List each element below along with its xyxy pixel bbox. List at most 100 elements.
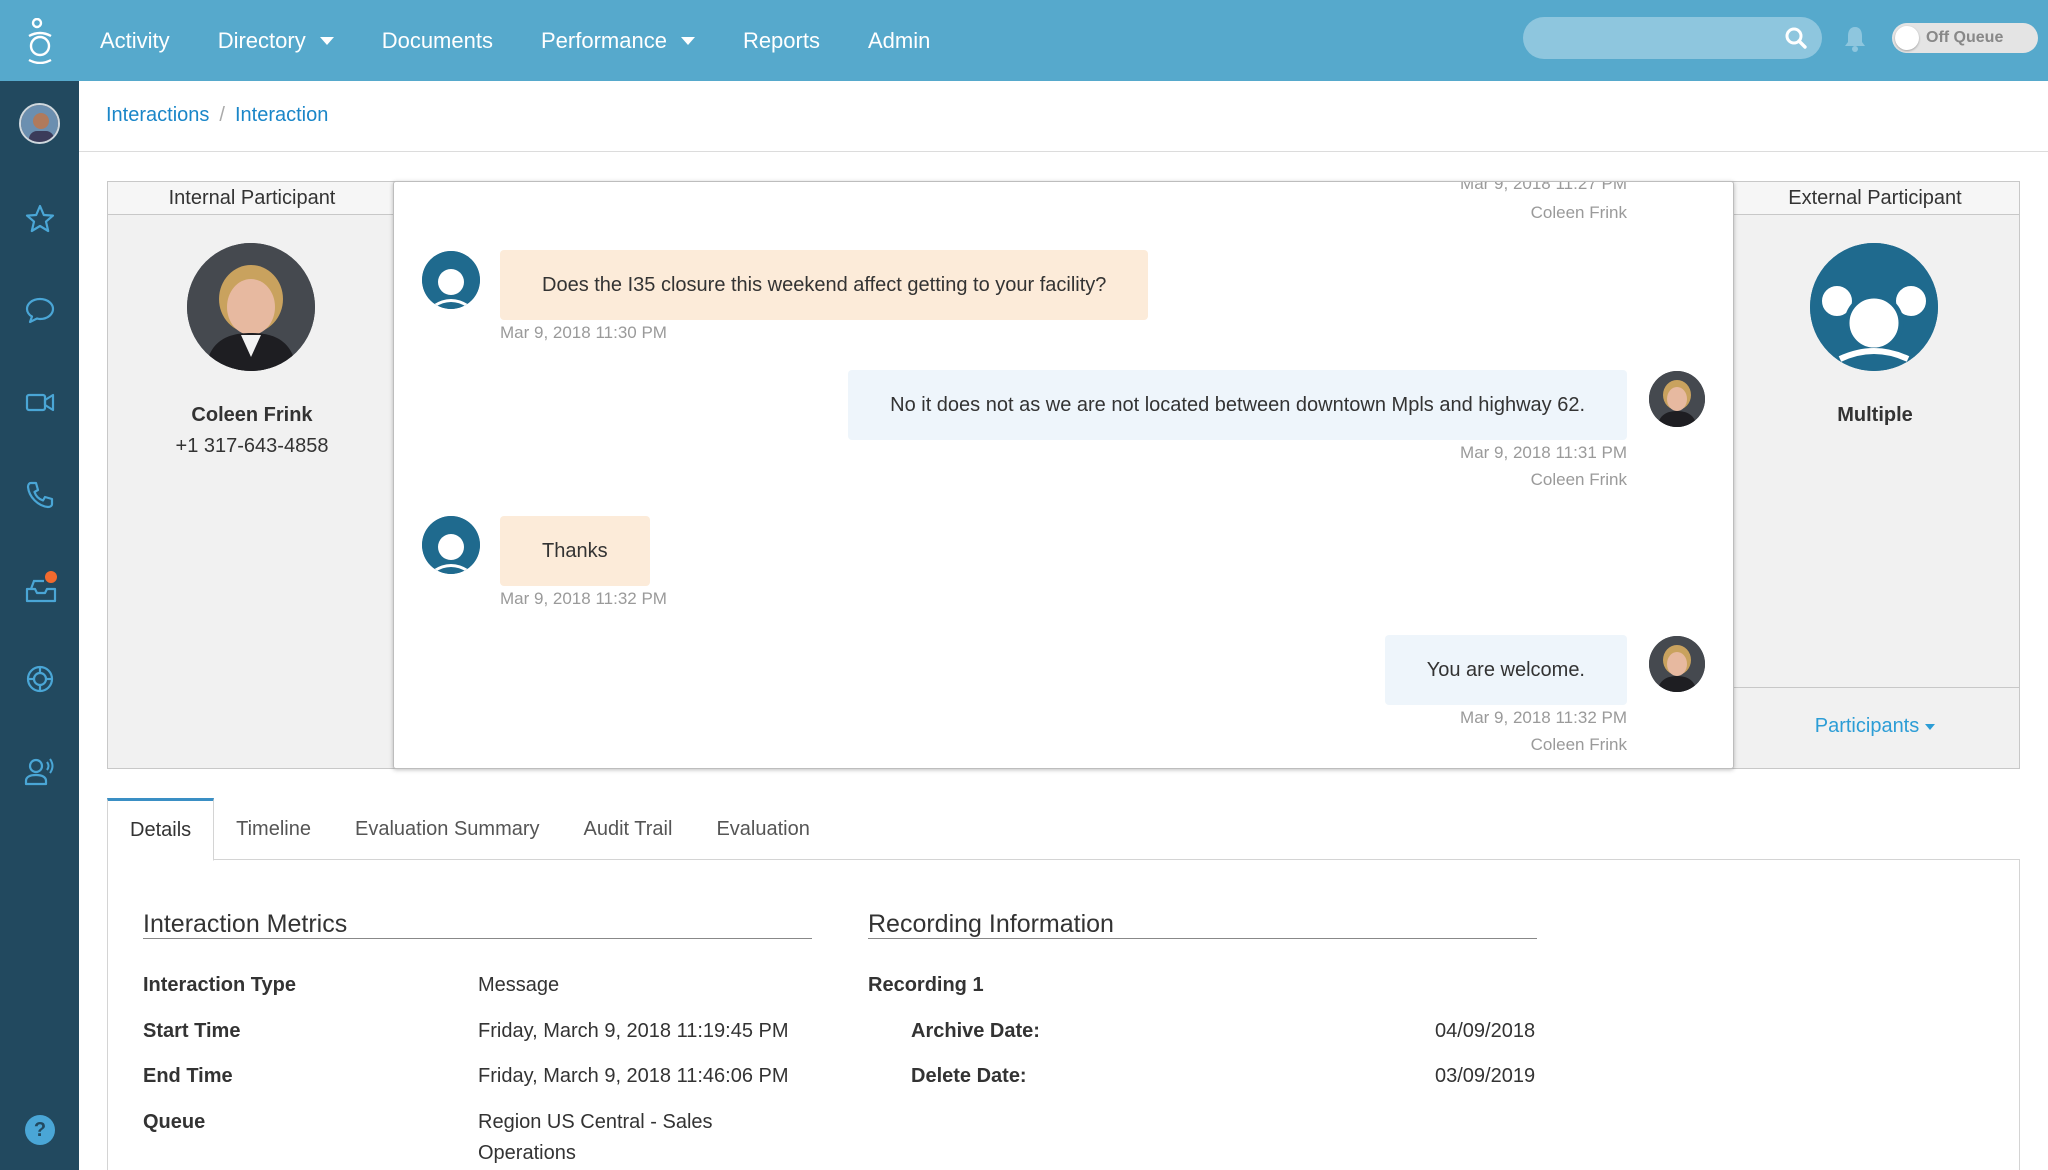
sidebar: ? [0,81,79,1170]
agent-avatar [1649,636,1705,692]
message-sender: Coleen Frink [1530,203,1627,222]
agent-avatar [1649,371,1705,427]
tab-evaluation-summary-label: Evaluation Summary [354,818,540,840]
breadcrumb-separator: / [219,104,225,126]
tab-evaluation-label: Evaluation [716,818,810,840]
nav-directory[interactable]: Directory [218,28,334,54]
metric-label: Queue [143,1111,206,1133]
video-camera-icon[interactable] [24,386,56,418]
nav-reports[interactable]: Reports [743,28,820,54]
recording-subtitle: Recording 1 [868,974,984,996]
section-rule [868,938,1537,939]
metric-label: Interaction Type [143,974,296,996]
breadcrumb-interaction[interactable]: Interaction [235,104,328,127]
tab-evaluation-summary[interactable]: Evaluation Summary [333,798,562,859]
message-timestamp: Mar 9, 2018 11:32 PM [1460,708,1627,727]
external-participant-panel: External Participant Multiple Participan… [1730,181,2020,769]
divider [1731,687,2019,688]
metric-label: Start Time [143,1020,241,1042]
section-rule [143,938,812,939]
external-participant-header: External Participant [1731,182,2019,215]
speaker-person-icon[interactable] [24,755,56,787]
message-bubble-outgoing: You are welcome. [1384,635,1627,705]
external-avatar [422,251,480,309]
interaction-metrics-title: Interaction Metrics [143,910,348,938]
tab-evaluation[interactable]: Evaluation [694,798,831,859]
tab-timeline[interactable]: Timeline [214,798,333,859]
app-logo-icon[interactable] [0,0,79,81]
message-bubble-incoming: Does the I35 closure this weekend affect… [500,250,1149,320]
metric-value: Operations [478,1142,576,1164]
internal-participant-header: Internal Participant [108,182,396,215]
nav-performance[interactable]: Performance [541,28,695,54]
message-text: Does the I35 closure this weekend affect… [542,273,1107,296]
internal-participant-avatar [187,243,315,371]
caret-down-icon [1925,723,1936,730]
participants-dropdown[interactable]: Participants [1731,715,2019,738]
breadcrumb: Interactions / Interaction [106,104,328,127]
tab-details[interactable]: Details [107,798,215,861]
nav-performance-label: Performance [540,27,667,53]
message-timestamp: Mar 9, 2018 11:32 PM [500,589,667,608]
message-text: No it does not as we are not located bet… [890,393,1585,416]
queue-toggle-label: Off Queue [1926,29,2004,46]
metric-label: End Time [143,1065,233,1087]
message-bubble-outgoing: No it does not as we are not located bet… [848,370,1627,440]
nav-admin-label: Admin [867,27,931,53]
breadcrumb-interactions[interactable]: Interactions [106,104,209,127]
chevron-down-icon [680,36,695,45]
internal-participant-panel: Internal Participant Coleen Frink +1 317… [107,181,397,769]
participants-label: Participants [1814,715,1920,737]
tab-audit-trail-label: Audit Trail [583,818,673,840]
delete-date-label: Delete Date: [911,1065,1027,1087]
external-participant-name: Multiple [1837,404,1913,426]
nav-documents[interactable]: Documents [382,28,493,54]
main-nav: Activity Directory Documents Performance… [76,0,954,81]
external-avatar [422,516,480,574]
message-timestamp: Mar 9, 2018 11:27 PM [1460,181,1627,193]
tab-audit-trail[interactable]: Audit Trail [562,798,695,859]
divider [79,151,2048,152]
metric-value: Friday, March 9, 2018 11:19:45 PM [478,1020,789,1042]
chevron-down-icon [319,36,334,45]
toggle-knob [1895,26,1919,50]
help-icon[interactable]: ? [25,1115,55,1145]
star-icon[interactable] [24,203,56,235]
group-icon [1810,243,1938,371]
bell-icon[interactable] [1844,24,1866,52]
nav-reports-label: Reports [742,27,820,53]
metric-value: Region US Central - Sales [478,1111,713,1133]
top-nav-bar: Activity Directory Documents Performance… [0,0,2048,81]
nav-documents-label: Documents [381,27,493,53]
phone-icon[interactable] [24,479,56,511]
tab-timeline-label: Timeline [236,818,311,840]
message-bubble-incoming: Thanks [500,516,650,586]
message-sender: Coleen Frink [1530,470,1627,489]
chat-transcript[interactable]: Mar 9, 2018 11:27 PM Coleen Frink Does t… [393,181,1734,769]
inbox-icon[interactable] [24,569,60,605]
internal-participant-name: Coleen Frink [191,404,313,426]
nav-activity[interactable]: Activity [100,28,170,54]
archive-date-value: 04/09/2018 [1435,1020,1536,1042]
nav-directory-label: Directory [217,27,306,53]
lifebuoy-icon[interactable] [24,663,56,695]
internal-participant-phone: +1 317-643-4858 [175,435,329,457]
user-avatar[interactable] [19,103,60,144]
search-input[interactable] [1523,17,1822,59]
search-icon[interactable] [1784,26,1808,50]
message-timestamp: Mar 9, 2018 11:31 PM [1460,443,1627,462]
detail-tabs: Details Timeline Evaluation Summary Audi… [107,798,2020,861]
nav-admin[interactable]: Admin [868,28,930,54]
message-text: Thanks [542,539,608,562]
metric-value: Message [478,974,560,996]
message-timestamp: Mar 9, 2018 11:30 PM [500,323,667,342]
tab-details-label: Details [130,819,192,841]
metric-value: Friday, March 9, 2018 11:46:06 PM [478,1065,789,1087]
message-sender: Coleen Frink [1530,735,1627,754]
delete-date-value: 03/09/2019 [1435,1065,1536,1087]
chat-icon[interactable] [24,294,56,326]
queue-toggle[interactable]: Off Queue [1892,23,2038,53]
recording-information-title: Recording Information [868,910,1114,938]
help-label: ? [33,1119,47,1141]
nav-activity-label: Activity [100,27,170,53]
